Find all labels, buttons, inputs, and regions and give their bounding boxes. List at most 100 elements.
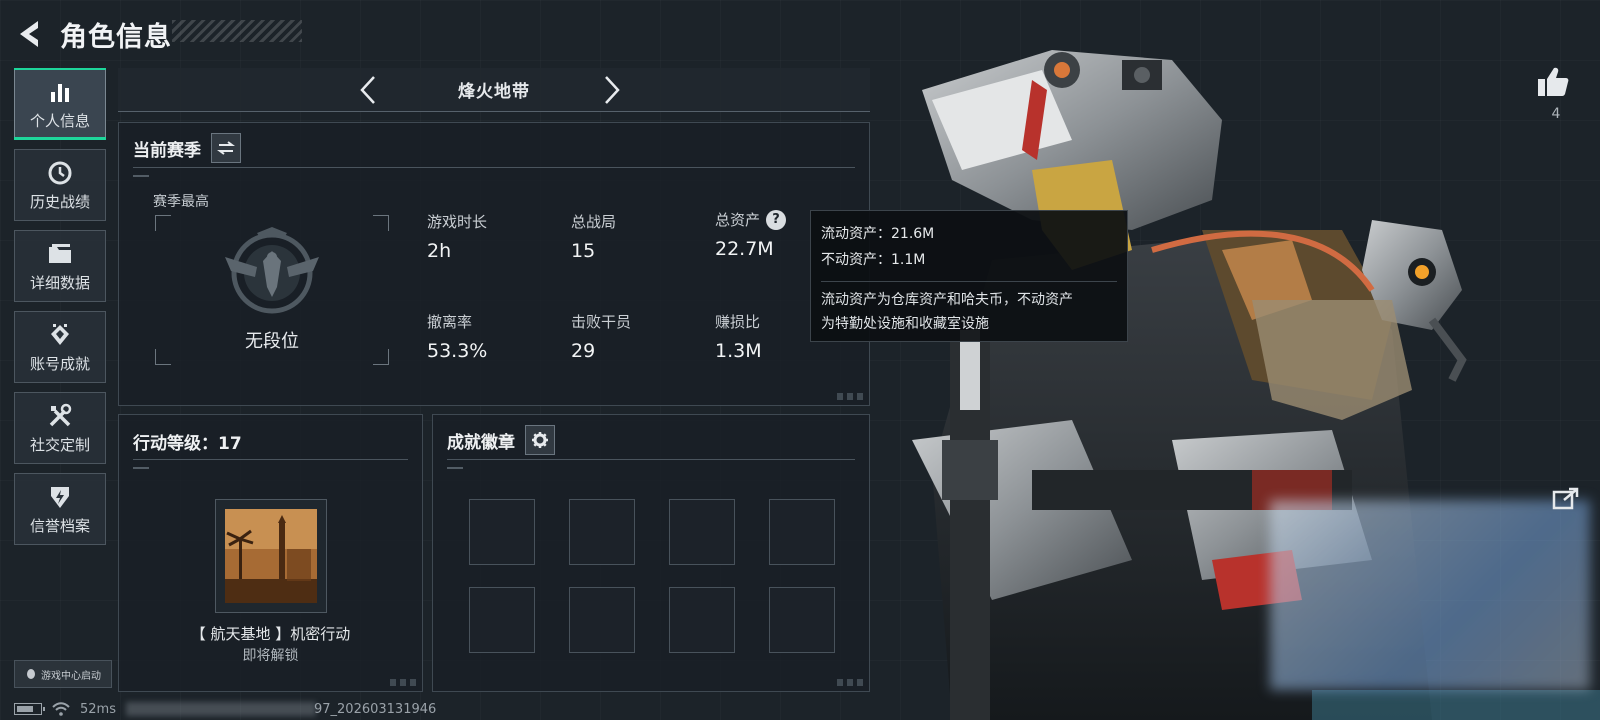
stat-operators-defeated: 击败干员 29 bbox=[571, 311, 631, 362]
rank-frame: 无段位 bbox=[155, 215, 389, 365]
divider bbox=[447, 459, 855, 460]
gear-icon bbox=[532, 432, 548, 448]
stat-play-time: 游戏时长 2h bbox=[427, 211, 487, 262]
bar-chart-icon bbox=[46, 78, 74, 106]
badge-slot-1[interactable] bbox=[469, 499, 535, 565]
title-decoration bbox=[172, 20, 302, 42]
history-clock-icon bbox=[46, 159, 74, 187]
sidebar-item-achievements[interactable]: 账号成就 bbox=[14, 311, 106, 383]
status-bar: 52ms 97_202603131946 bbox=[14, 700, 436, 718]
mode-selector: 烽火地带 bbox=[118, 68, 870, 112]
thumbs-up-icon bbox=[1538, 67, 1569, 96]
badges-header: 成就徽章 bbox=[447, 425, 555, 455]
badge-slot-4[interactable] bbox=[769, 499, 835, 565]
tooltip-note-line-1: 流动资产为仓库资产和哈夫币，不动资产 bbox=[821, 292, 1073, 308]
action-level-panel: 行动等级：17 【 航天基地 】机密行动 即将解锁 bbox=[118, 414, 423, 692]
corner-decoration bbox=[390, 679, 416, 686]
stat-profit-loss-ratio: 赚损比 1.3M bbox=[715, 311, 762, 362]
stat-label: 游戏时长 bbox=[427, 213, 488, 231]
sidebar-item-label: 历史战绩 bbox=[29, 192, 90, 211]
stat-value: 53.3% bbox=[427, 340, 488, 362]
folder-icon bbox=[46, 240, 74, 268]
operation-card[interactable] bbox=[215, 499, 327, 613]
stat-extraction-rate: 撤离率 53.3% bbox=[427, 311, 487, 362]
sidebar-item-label: 社交定制 bbox=[29, 435, 90, 454]
chevron-right-icon bbox=[605, 76, 620, 104]
stat-total-assets: 总资产 ? 22.7M bbox=[715, 209, 787, 260]
stat-label: 击败干员 bbox=[571, 313, 632, 331]
header: 角色信息 bbox=[14, 12, 172, 56]
corner-decoration bbox=[837, 393, 863, 400]
divider bbox=[133, 459, 408, 460]
tools-icon bbox=[46, 402, 74, 430]
tooltip-divider bbox=[821, 281, 1117, 282]
badge-slot-8[interactable] bbox=[769, 587, 835, 653]
mode-title: 烽火地带 bbox=[458, 82, 530, 102]
stat-label: 总战局 bbox=[571, 213, 617, 231]
decoration bbox=[133, 175, 149, 177]
badge-slot-3[interactable] bbox=[669, 499, 735, 565]
operation-name: 【 航天基地 】机密行动 bbox=[190, 625, 351, 643]
game-center-launch-badge[interactable]: 游戏中心启动 bbox=[14, 660, 112, 688]
swap-arrows-icon bbox=[217, 141, 235, 155]
back-button[interactable] bbox=[14, 14, 44, 54]
season-best-label: 赛季最高 bbox=[153, 194, 209, 210]
badge-slot-6[interactable] bbox=[569, 587, 635, 653]
previous-mode-button[interactable] bbox=[352, 74, 384, 106]
action-level-title: 行动等级：17 bbox=[133, 434, 242, 454]
badges-title: 成就徽章 bbox=[447, 432, 515, 453]
achievement-icon bbox=[46, 321, 74, 349]
uid-blurred bbox=[125, 702, 316, 716]
share-icon bbox=[1552, 487, 1579, 510]
assets-tooltip: 流动资产：21.6M 不动资产：1.1M 流动资产为仓库资产和哈夫币，不动资产 … bbox=[810, 210, 1128, 342]
season-title: 当前赛季 bbox=[133, 140, 201, 161]
stat-label: 撤离率 bbox=[427, 313, 473, 331]
sidebar-item-social[interactable]: 社交定制 bbox=[14, 392, 106, 464]
sidebar-item-label: 个人信息 bbox=[29, 111, 90, 130]
stat-label-row: 总资产 ? bbox=[715, 209, 787, 230]
sidebar-item-label: 信誉档案 bbox=[29, 516, 90, 535]
page-title: 角色信息 bbox=[60, 21, 172, 53]
qq-penguin-icon bbox=[27, 669, 35, 679]
season-header: 当前赛季 bbox=[133, 133, 241, 163]
sidebar-item-detail-data[interactable]: 详细数据 bbox=[14, 230, 106, 302]
stat-value: 2h bbox=[427, 240, 452, 262]
current-season-panel: 当前赛季 赛季最高 无段位 游戏时长 2h 总战局 15 总资产 ? 22.7M bbox=[118, 122, 870, 406]
stat-value: 1.3M bbox=[715, 340, 762, 362]
like-count: 4 bbox=[1551, 106, 1561, 122]
decoration bbox=[447, 467, 463, 469]
divider bbox=[133, 167, 855, 168]
stat-value: 15 bbox=[571, 240, 596, 262]
badge-slot-7[interactable] bbox=[669, 587, 735, 653]
sidebar-item-label: 详细数据 bbox=[29, 273, 90, 292]
stat-value: 22.7M bbox=[715, 238, 774, 260]
sidebar-item-personal-info[interactable]: 个人信息 bbox=[14, 68, 106, 140]
switch-season-button[interactable] bbox=[211, 133, 241, 163]
chevron-left-icon bbox=[360, 76, 375, 104]
battery-icon bbox=[14, 703, 45, 715]
rank-name: 无段位 bbox=[245, 331, 299, 352]
help-icon[interactable]: ? bbox=[766, 209, 787, 230]
badge-settings-button[interactable] bbox=[525, 425, 555, 455]
level-header: 行动等级：17 bbox=[133, 425, 242, 454]
space-base-illustration bbox=[225, 509, 317, 603]
sidebar-item-label: 账号成就 bbox=[29, 354, 90, 373]
operation-status: 即将解锁 bbox=[242, 648, 299, 664]
like-button[interactable] bbox=[1536, 66, 1576, 102]
decoration bbox=[133, 467, 149, 469]
badge-slot-5[interactable] bbox=[469, 587, 535, 653]
sidebar-item-history[interactable]: 历史战绩 bbox=[14, 149, 106, 221]
sidebar-item-reputation[interactable]: 信誉档案 bbox=[14, 473, 106, 545]
achievement-badges-panel: 成就徽章 bbox=[432, 414, 870, 692]
next-mode-button[interactable] bbox=[596, 74, 628, 106]
stat-label: 赚损比 bbox=[715, 313, 761, 331]
wifi-icon bbox=[52, 702, 70, 716]
tooltip-fixed-assets: 不动资产：1.1M bbox=[821, 252, 926, 268]
share-button[interactable] bbox=[1552, 486, 1582, 512]
stat-value: 29 bbox=[571, 340, 596, 362]
rank-emblem-icon bbox=[225, 227, 319, 314]
uid-suffix: 97_202603131946 bbox=[313, 701, 437, 717]
operation-image bbox=[225, 509, 317, 603]
tooltip-liquid-assets: 流动资产：21.6M bbox=[821, 226, 935, 242]
badge-slot-2[interactable] bbox=[569, 499, 635, 565]
